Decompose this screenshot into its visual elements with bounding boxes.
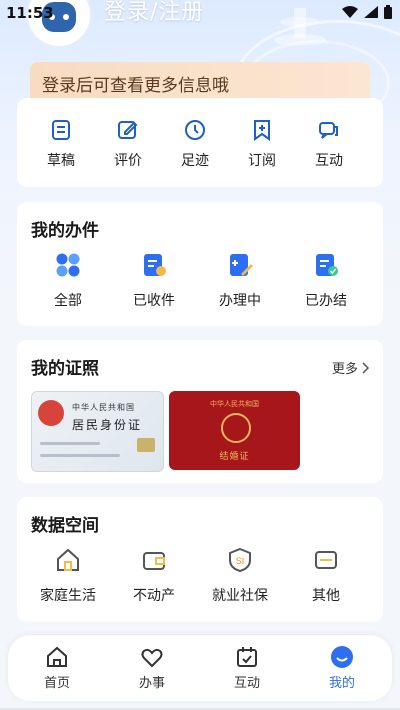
smile-icon (331, 646, 353, 668)
draft-icon (52, 120, 70, 140)
more-label: 更多 (331, 362, 358, 377)
id-card-thumbnail[interactable]: 中华人民共和国 居民身份证 (31, 391, 164, 472)
nav-item-services[interactable]: 办事 (117, 645, 187, 691)
bottom-nav: 首页 办事 互动 我的 (8, 635, 392, 701)
id-card-name: 居民身份证 (72, 418, 143, 432)
heart-icon (141, 648, 163, 668)
my-certificates-card: 我的证照 更多 中华人民共和国 居民身份证 中华人民共和国 结婚证 (17, 340, 383, 483)
data-item-family[interactable]: 家庭生活 (28, 547, 108, 605)
id-card-line (40, 454, 120, 457)
data-item-other[interactable]: 其他 (286, 547, 366, 605)
clock-icon (185, 120, 205, 140)
data-item-label: 其他 (312, 588, 340, 604)
section-title: 数据空间 (31, 516, 99, 536)
grid-four-icon (56, 253, 80, 277)
bookmark-plus-icon (254, 120, 270, 141)
work-item-processing[interactable]: 办理中 (200, 252, 280, 310)
data-item-property[interactable]: 不动产 (114, 547, 194, 605)
login-banner[interactable]: 登录后可查看更多信息哦 (30, 62, 370, 100)
data-item-label: 不动产 (133, 588, 175, 604)
section-title: 我的证照 (31, 359, 99, 379)
id-card-line (40, 442, 100, 445)
national-emblem-icon (221, 413, 251, 443)
quick-item-label: 订阅 (248, 153, 276, 169)
banner-text: 登录后可查看更多信息哦 (42, 76, 229, 96)
marriage-name: 结婚证 (219, 452, 250, 462)
work-item-received[interactable]: 已收件 (114, 252, 194, 310)
marriage-certificate-thumbnail[interactable]: 中华人民共和国 结婚证 (169, 391, 300, 470)
data-item-label: 家庭生活 (40, 588, 96, 604)
nav-label: 办事 (138, 676, 165, 691)
received-doc-icon (144, 254, 166, 276)
chevron-right-icon (362, 361, 369, 374)
status-bar: 11:53 (0, 0, 400, 26)
completed-doc-icon (316, 254, 338, 276)
nav-item-interact[interactable]: 互动 (212, 645, 282, 691)
battery-icon (384, 5, 392, 19)
shield-si-icon: SI (229, 547, 251, 573)
data-space-card: 数据空间 家庭生活 不动产 SI 就业社保 其他 (17, 497, 383, 622)
wallet-icon (143, 552, 165, 570)
status-time: 11:53 (6, 4, 54, 22)
id-card-chip (137, 438, 155, 452)
quick-item-interact[interactable]: 互动 (299, 118, 359, 170)
quick-item-subscribe[interactable]: 订阅 (232, 118, 292, 170)
marriage-country: 中华人民共和国 (210, 400, 259, 408)
chat-icon (319, 122, 338, 139)
work-item-label: 已收件 (133, 293, 175, 309)
processing-doc-icon (230, 254, 253, 276)
nav-item-mine[interactable]: 我的 (307, 645, 377, 691)
my-work-card: 我的办件 全部 已收件 办理中 已办结 (17, 202, 383, 326)
nav-label: 我的 (328, 676, 355, 691)
national-emblem-icon (38, 400, 64, 426)
data-item-employment[interactable]: SI 就业社保 (200, 547, 280, 605)
calendar-check-icon (237, 647, 257, 667)
section-title: 我的办件 (31, 221, 99, 241)
quick-item-label: 草稿 (47, 153, 75, 169)
quick-item-label: 评价 (114, 153, 142, 169)
quick-item-review[interactable]: 评价 (98, 118, 158, 170)
quick-item-label: 足迹 (181, 153, 209, 169)
quick-item-footprint[interactable]: 足迹 (165, 118, 225, 170)
quick-actions-card: 草稿 评价 足迹 订阅 互动 (17, 98, 383, 187)
signal-icon (364, 6, 378, 18)
quick-item-label: 互动 (315, 153, 343, 169)
data-item-label: 就业社保 (212, 588, 268, 604)
svg-text:SI: SI (236, 556, 245, 566)
box-icon (315, 551, 337, 569)
status-icons (342, 5, 392, 19)
quick-item-draft[interactable]: 草稿 (31, 118, 91, 170)
work-item-label: 全部 (54, 293, 82, 309)
more-link[interactable]: 更多 (332, 358, 369, 377)
work-item-label: 已办结 (305, 293, 347, 309)
work-item-completed[interactable]: 已办结 (286, 252, 366, 310)
house-icon (57, 548, 79, 571)
edit-review-icon (118, 121, 138, 139)
nav-label: 首页 (43, 676, 70, 691)
home-icon (47, 646, 67, 667)
wifi-icon (342, 6, 358, 18)
nav-item-home[interactable]: 首页 (22, 645, 92, 691)
work-item-label: 办理中 (219, 293, 261, 309)
id-card-country: 中华人民共和国 (72, 403, 135, 412)
nav-label: 互动 (233, 676, 260, 691)
work-item-all[interactable]: 全部 (28, 252, 108, 310)
